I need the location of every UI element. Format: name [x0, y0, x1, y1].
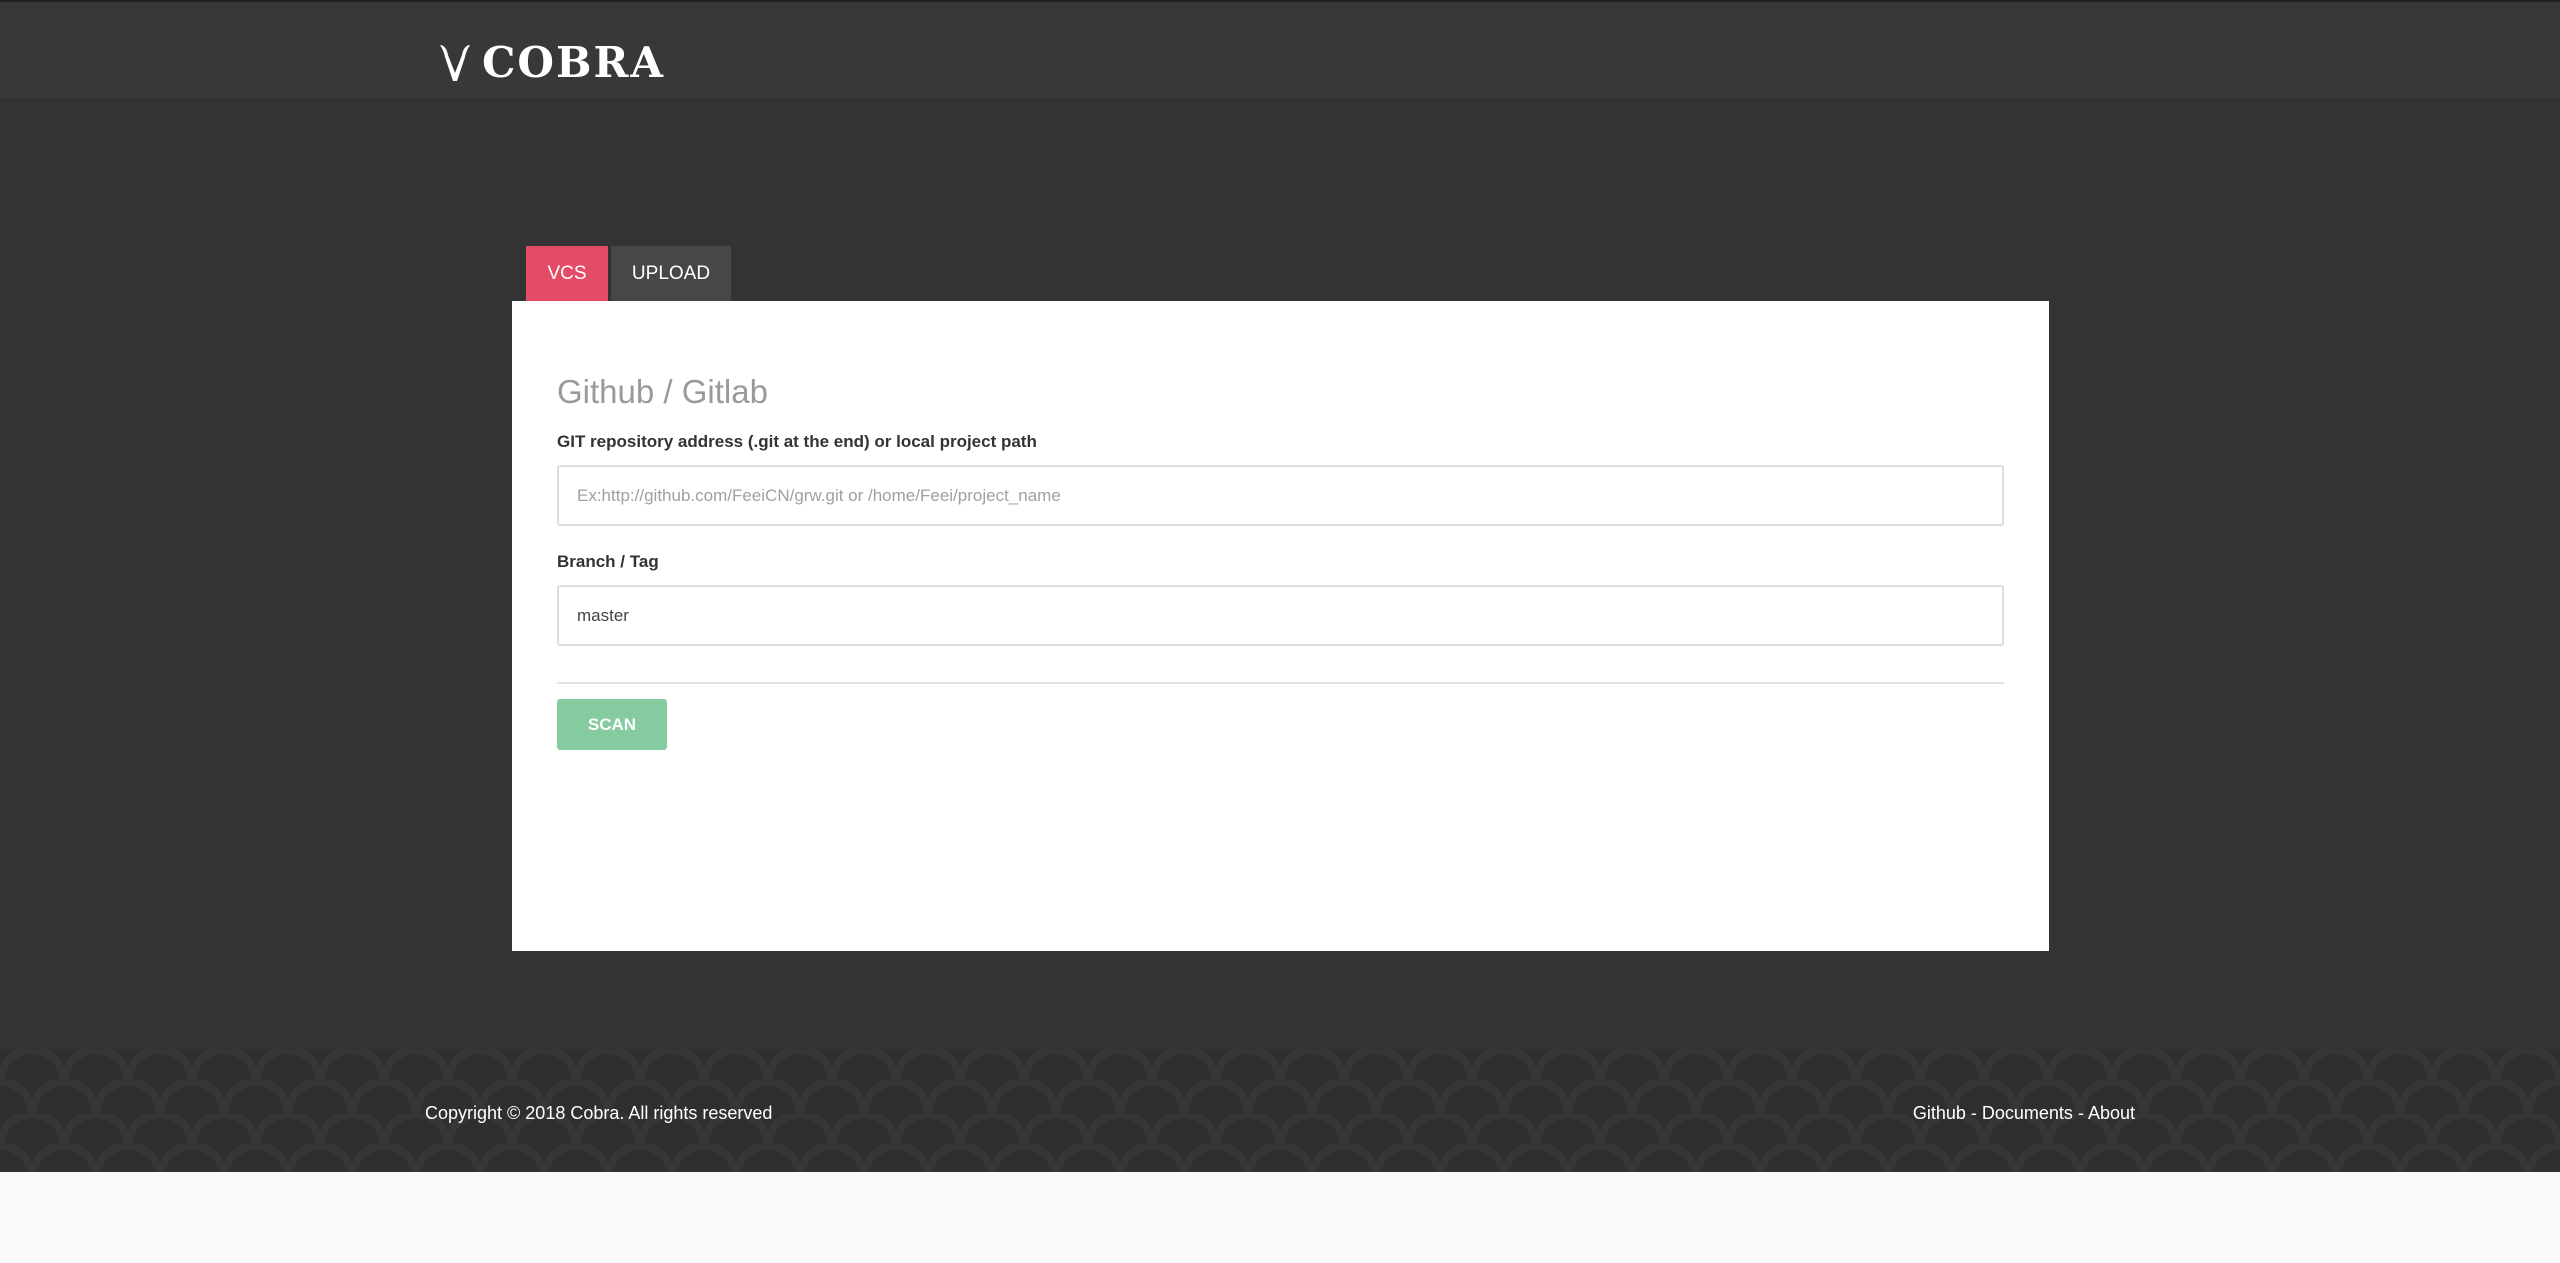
scan-source-tabs: VCS UPLOAD: [526, 246, 731, 301]
branch-label: Branch / Tag: [557, 552, 659, 571]
scan-button[interactable]: SCAN: [557, 699, 667, 750]
footer-links: Github - Documents - About: [1913, 1103, 2135, 1124]
form-divider: [557, 682, 2004, 684]
cobra-head-icon: [438, 43, 472, 83]
branch-tag-input[interactable]: [557, 585, 2004, 646]
brand-name: COBRA: [482, 38, 666, 87]
page-background: COBRA VCS UPLOAD Github / Gitlab GIT rep…: [0, 0, 2560, 1172]
footer-separator: -: [2072, 1103, 2088, 1123]
footer: Copyright © 2018 Cobra. All rights reser…: [0, 1050, 2560, 1172]
footer-link-about[interactable]: About: [2088, 1103, 2135, 1123]
vcs-form-card: Github / Gitlab GIT repository address (…: [512, 301, 2049, 951]
footer-separator: -: [1965, 1103, 1982, 1123]
repo-address-input[interactable]: [557, 465, 2004, 526]
tab-vcs[interactable]: VCS: [526, 246, 608, 301]
form-title: Github / Gitlab: [557, 373, 768, 410]
repo-label: GIT repository address (.git at the end)…: [557, 432, 1037, 451]
copyright-text: Copyright © 2018 Cobra. All rights reser…: [425, 1103, 773, 1123]
footer-pattern: [0, 1050, 2560, 1172]
footer-link-github[interactable]: Github: [1913, 1103, 1966, 1123]
tab-upload[interactable]: UPLOAD: [611, 246, 731, 301]
top-navbar: COBRA: [0, 0, 2560, 98]
footer-link-documents[interactable]: Documents: [1982, 1103, 2073, 1123]
cobra-logo[interactable]: COBRA: [438, 38, 665, 87]
